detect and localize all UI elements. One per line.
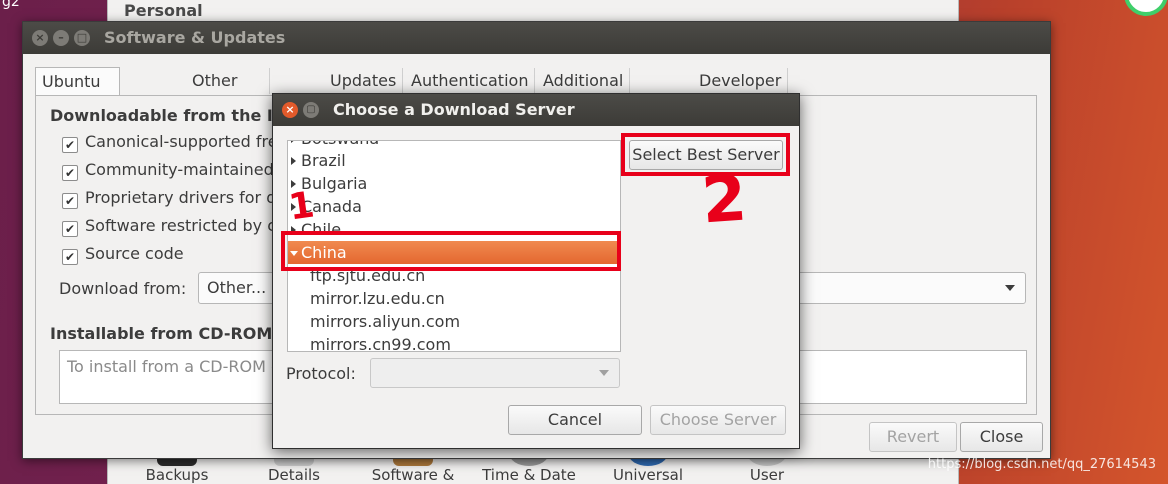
restore-icon[interactable]: ▢ xyxy=(303,102,319,118)
dialog-title: Choose a Download Server xyxy=(333,100,575,119)
settings-item-label: Time & Date xyxy=(482,466,576,484)
cd-rom-placeholder: To install from a CD-ROM c xyxy=(67,357,280,376)
close-icon[interactable]: × xyxy=(32,30,48,46)
desktop-app-icon xyxy=(1124,0,1168,16)
window-title: Software & Updates xyxy=(104,28,286,47)
checkbox-proprietary[interactable]: ✔ Proprietary drivers for d xyxy=(62,187,276,209)
settings-item-label: Backups xyxy=(145,466,209,484)
download-from-label: Download from: xyxy=(59,279,187,298)
desktop-corner-text: g2 xyxy=(2,0,20,10)
installable-section-title: Installable from CD-ROM/DV xyxy=(50,324,304,343)
checkbox-canonical[interactable]: ✔ Canonical-supported fre xyxy=(62,131,278,153)
revert-button[interactable]: Revert xyxy=(869,422,957,452)
settings-item-label: Universal xyxy=(612,466,684,484)
protocol-select[interactable] xyxy=(370,358,620,388)
settings-item-label: User xyxy=(749,466,785,484)
tree-row-mirror[interactable]: mirrors.aliyun.com xyxy=(288,310,620,333)
checkbox-checked-icon[interactable]: ✔ xyxy=(62,165,78,181)
chevron-down-icon xyxy=(1005,285,1015,291)
download-from-value: Other... xyxy=(207,278,267,297)
checkbox-checked-icon[interactable]: ✔ xyxy=(62,193,78,209)
tree-row-mirror[interactable]: mirror.lzu.edu.cn xyxy=(288,287,620,310)
settings-item-label: Details xyxy=(267,466,320,484)
tab-updates[interactable]: Updates xyxy=(324,68,404,94)
checkbox-checked-icon[interactable]: ✔ xyxy=(62,249,78,265)
maximize-icon[interactable]: □ xyxy=(74,30,90,46)
tab-authentication[interactable]: Authentication xyxy=(405,68,536,94)
checkbox-label: Source code xyxy=(85,244,184,263)
watermark-url: https://blog.csdn.net/qq_27614543 xyxy=(927,457,1156,472)
chevron-down-icon xyxy=(599,370,609,376)
checkbox-label: Canonical-supported fre xyxy=(85,132,278,151)
tree-row-label: mirrors.aliyun.com xyxy=(310,312,461,331)
annotation-step-2: 2 xyxy=(699,161,750,239)
tab-other-software[interactable]: Other Software xyxy=(186,68,270,116)
tree-row-country[interactable]: Canada xyxy=(288,195,620,218)
tree-row-label: mirrors.cn99.com xyxy=(310,335,451,352)
dialog-titlebar[interactable]: × ▢ Choose a Download Server xyxy=(273,94,799,126)
tree-row-label: mirror.lzu.edu.cn xyxy=(310,289,445,308)
checkbox-label: Community-maintained f xyxy=(85,160,285,179)
highlight-china-row xyxy=(281,231,621,271)
checkbox-checked-icon[interactable]: ✔ xyxy=(62,221,78,237)
settings-item-label: Software & xyxy=(371,466,455,484)
tree-row-mirror[interactable]: mirrors.cn99.com xyxy=(288,333,620,352)
settings-section-heading: Personal xyxy=(124,1,203,20)
checkbox-label: Proprietary drivers for d xyxy=(85,188,277,207)
tab-developer-options[interactable]: Developer Options xyxy=(693,68,789,116)
tree-row-country[interactable]: Bulgaria xyxy=(288,172,620,195)
downloadable-section-title: Downloadable from the Inte xyxy=(50,106,303,125)
cancel-button[interactable]: Cancel xyxy=(508,405,642,435)
tree-row-country[interactable]: Brazil xyxy=(288,149,620,172)
checkbox-community[interactable]: ✔ Community-maintained f xyxy=(62,159,284,181)
minimize-icon[interactable]: – xyxy=(53,30,69,46)
checkbox-restricted[interactable]: ✔ Software restricted by c xyxy=(62,215,276,237)
window-titlebar[interactable]: × – □ Software & Updates xyxy=(23,22,1050,54)
tab-additional-drivers[interactable]: Additional Drivers xyxy=(537,68,631,116)
expander-icon[interactable] xyxy=(291,141,296,143)
checkbox-label: Software restricted by c xyxy=(85,216,276,235)
tab-ubuntu-software[interactable]: Ubuntu Software xyxy=(35,67,120,119)
choose-server-button[interactable]: Choose Server xyxy=(650,405,786,435)
checkbox-checked-icon[interactable]: ✔ xyxy=(62,137,78,153)
close-button[interactable]: Close xyxy=(960,422,1043,452)
checkbox-source-code[interactable]: ✔ Source code xyxy=(62,243,184,265)
tree-row-label: Brazil xyxy=(301,151,346,170)
close-icon[interactable]: × xyxy=(282,102,298,118)
protocol-label: Protocol: xyxy=(286,364,356,383)
expander-icon[interactable] xyxy=(291,157,296,165)
